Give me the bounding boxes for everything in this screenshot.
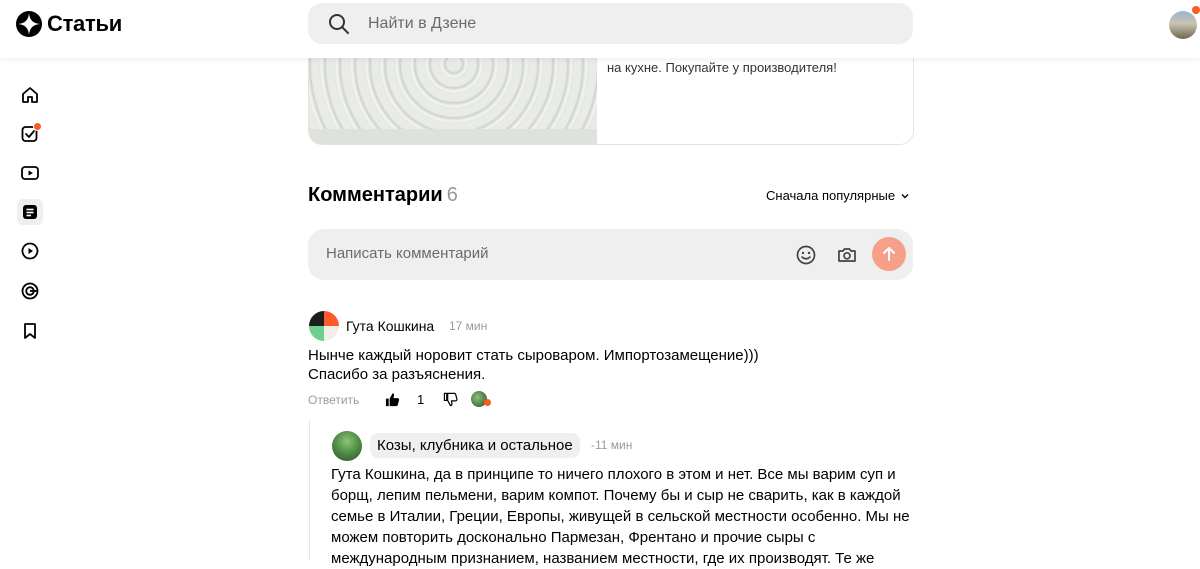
sidebar-item-videos[interactable]: [17, 160, 43, 186]
notification-dot: [1192, 6, 1200, 14]
send-button[interactable]: [872, 237, 906, 271]
comment-actions: Ответить 1: [308, 391, 491, 409]
comment-text-line: Спасибо за разъяснения.: [308, 366, 486, 383]
notification-dot: [33, 122, 42, 131]
thread-line: [309, 420, 310, 560]
top-header: Статьи: [0, 0, 1200, 58]
comment-composer: [308, 229, 913, 280]
play-circle-icon: [21, 242, 39, 260]
user-avatar[interactable]: [1169, 11, 1197, 39]
search-input[interactable]: [366, 13, 870, 34]
sort-label: Сначала популярные: [766, 188, 896, 203]
thumbs-down-icon[interactable]: [443, 392, 458, 407]
reactor-badge: [484, 399, 491, 406]
sidebar-item-subscriptions[interactable]: [17, 121, 43, 147]
commenter-avatar[interactable]: [309, 311, 339, 341]
thumbs-up-icon[interactable]: [385, 392, 400, 407]
logo-text: Статьи: [47, 11, 122, 36]
search-bar[interactable]: [308, 3, 913, 44]
sidebar-item-bookmarks[interactable]: [17, 318, 43, 344]
like-count: 1: [417, 392, 425, 407]
comment-input[interactable]: [324, 244, 768, 263]
video-icon: [21, 166, 39, 180]
reply-time: -11 мин: [591, 438, 633, 452]
arrow-up-icon: [883, 247, 895, 261]
article-icon: [23, 205, 37, 219]
sort-dropdown[interactable]: Сначала популярные: [766, 188, 910, 203]
sidebar-item-shorts[interactable]: [17, 238, 43, 264]
comments-title: Комментарии 6: [308, 184, 458, 207]
zen-icon: [21, 282, 39, 300]
logo-articles[interactable]: Статьи: [15, 10, 122, 38]
comment-text: Нынче каждый норовит стать сыроваром. Им…: [308, 346, 908, 384]
search-icon: [329, 13, 349, 34]
camera-icon[interactable]: [836, 244, 858, 266]
comment-text-line: Нынче каждый норовит стать сыроваром. Им…: [308, 347, 759, 364]
bookmark-icon: [24, 323, 36, 339]
reply-author[interactable]: Козы, клубника и остальное: [370, 433, 580, 458]
sidebar-item-home[interactable]: [17, 82, 43, 108]
zen-logo-icon: [16, 11, 42, 37]
comment-time: 17 мин: [449, 319, 488, 333]
chevron-down-icon: [901, 193, 909, 198]
sidebar: [0, 58, 60, 558]
emoji-icon[interactable]: [795, 244, 817, 266]
reply-text: Гута Кошкина, да в принципе то ничего пл…: [331, 466, 910, 567]
comments-title-text: Комментарии: [308, 184, 443, 206]
reply-button[interactable]: Ответить: [308, 393, 359, 407]
home-icon: [22, 87, 38, 103]
comment-author[interactable]: Гута Кошкина: [346, 318, 434, 334]
comments-count: 6: [446, 184, 458, 206]
reply-author-avatar[interactable]: [332, 431, 362, 461]
sidebar-item-channels[interactable]: [17, 278, 43, 304]
ad-image-strip: [309, 129, 597, 144]
ad-text: на кухне. Покупайте у производителя!: [607, 60, 837, 75]
sidebar-item-articles[interactable]: [17, 199, 43, 225]
